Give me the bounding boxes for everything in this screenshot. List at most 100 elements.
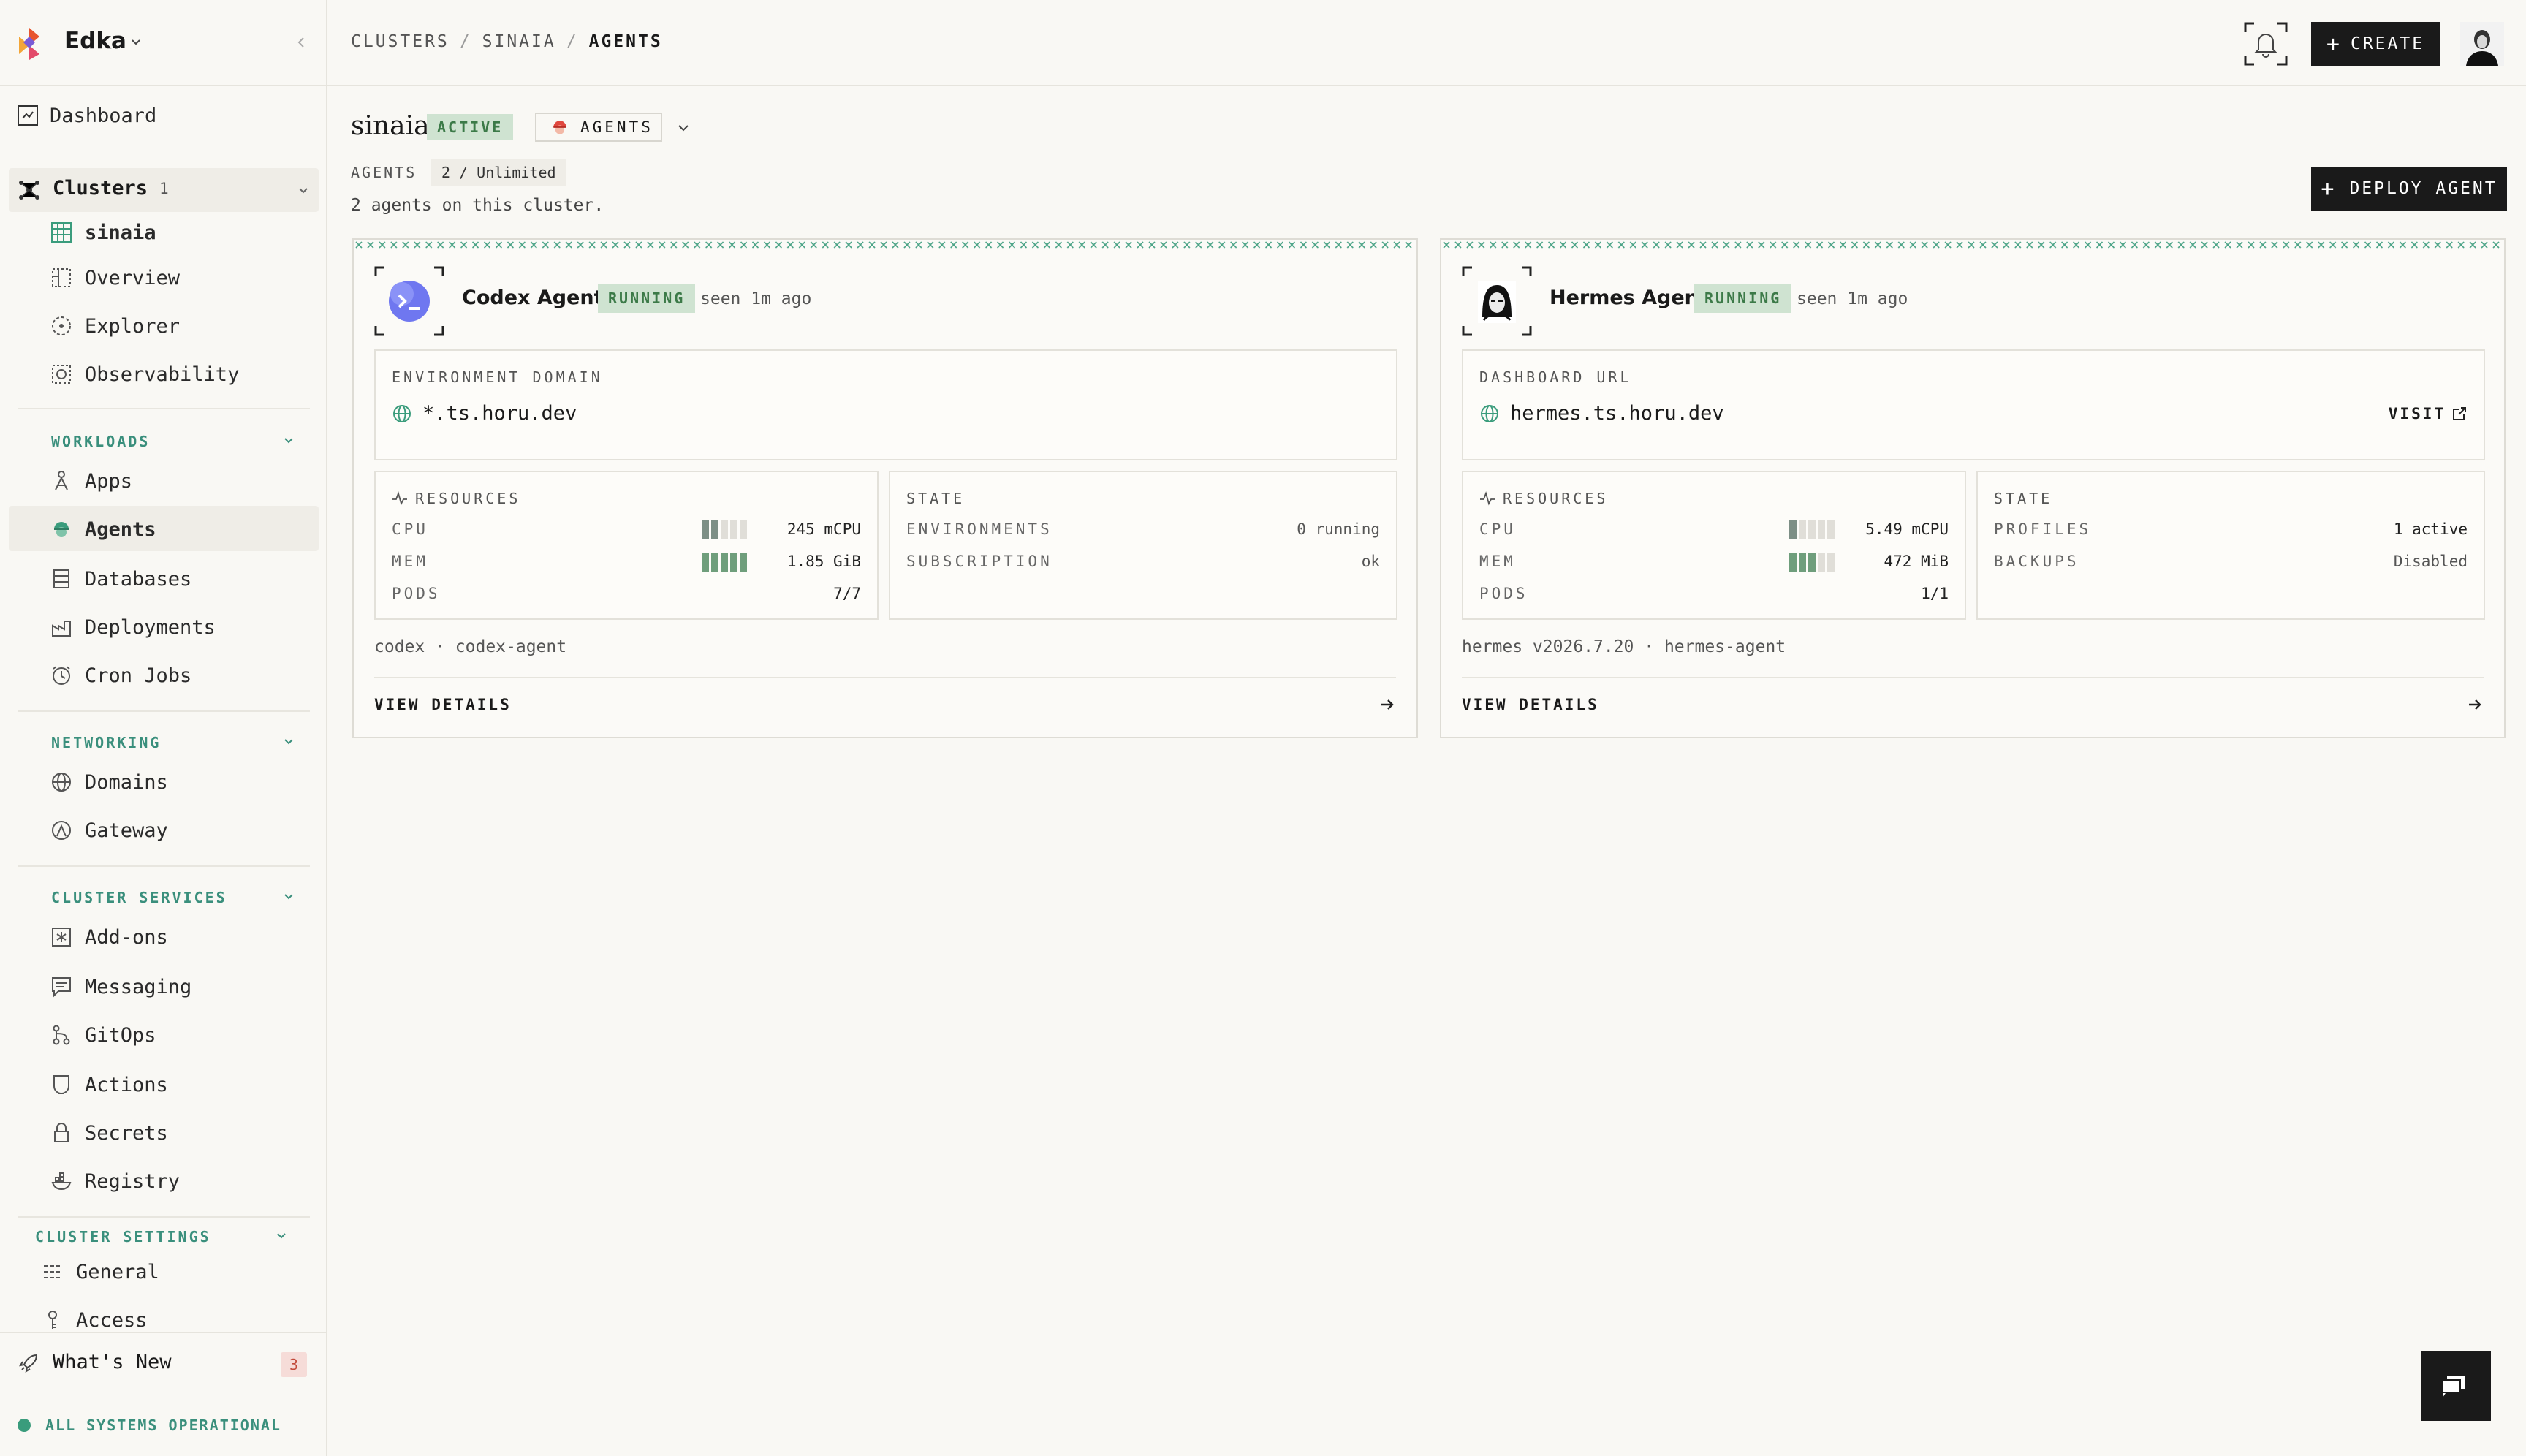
dashboard-icon — [18, 105, 38, 126]
edka-logo-icon — [19, 28, 39, 60]
divider — [374, 677, 1396, 678]
pods-value: 1/1 — [1921, 585, 1949, 602]
registry-icon — [51, 1172, 72, 1191]
usage-bar-segment — [711, 520, 718, 539]
sidebar-item-clusters[interactable]: Clusters 1 — [9, 168, 319, 212]
section-toggle-cluster-services[interactable]: CLUSTER SERVICES — [51, 889, 293, 906]
agent-card-codex: Codex Agent RUNNING seen 1m ago ENVIRONM… — [352, 238, 1418, 738]
usage-bar-segment — [702, 553, 709, 572]
breadcrumb-clusters[interactable]: CLUSTERS — [351, 32, 450, 51]
divider — [18, 865, 310, 867]
user-avatar[interactable] — [2460, 22, 2504, 66]
explorer-icon — [52, 316, 71, 335]
chevron-down-icon — [299, 188, 308, 194]
usage-bar-segment — [1827, 553, 1835, 572]
usage-bar-segment — [1799, 520, 1806, 539]
notifications-bell-icon[interactable] — [2244, 22, 2288, 66]
view-details-link[interactable]: VIEW DETAILS — [374, 696, 512, 713]
cpu-value: 245 mCPU — [786, 520, 861, 538]
external-link-icon — [2453, 407, 2466, 420]
arrow-right-icon[interactable] — [2466, 696, 2484, 713]
workspace-switcher[interactable]: Edka — [0, 0, 326, 86]
activity-icon — [392, 491, 407, 506]
deploy-agent-button[interactable]: + DEPLOY AGENT — [2311, 167, 2507, 211]
agent-tags: codex · codex-agent — [374, 637, 567, 656]
agents-quota: 2 / Unlimited — [431, 159, 566, 186]
pods-value: 7/7 — [833, 585, 861, 602]
sidebar-item-overview[interactable]: Overview — [50, 266, 180, 289]
usage-bar-segment — [702, 520, 709, 539]
cluster-status-badge: ACTIVE — [427, 114, 514, 140]
sidebar-item-actions[interactable]: Actions — [50, 1073, 168, 1096]
state-box: STATE PROFILES 1 active BACKUPS Disabled — [1976, 471, 2485, 620]
sidebar-item-databases[interactable]: Databases — [50, 567, 191, 591]
sidebar-item-current-cluster[interactable]: sinaia — [50, 221, 156, 244]
sidebar-item-domains[interactable]: Domains — [50, 770, 168, 794]
sidebar-item-registry[interactable]: Registry — [50, 1169, 180, 1193]
mem-row: MEM 472 MiB — [1479, 553, 1949, 572]
activity-icon — [1480, 491, 1495, 506]
agent-name[interactable]: Codex Agent — [462, 287, 603, 309]
agents-description: 2 agents on this cluster. — [351, 196, 604, 215]
last-seen: seen 1m ago — [700, 289, 812, 308]
sidebar-item-gitops[interactable]: GitOps — [50, 1023, 156, 1047]
sidebar-item-apps[interactable]: Apps — [50, 469, 132, 493]
sidebar-item-add-ons[interactable]: Add-ons — [50, 925, 168, 949]
agent-name[interactable]: Hermes Agent — [1550, 287, 1708, 309]
sidebar-item-gateway[interactable]: Gateway — [50, 819, 168, 842]
agents-meta-label: AGENTS — [351, 164, 417, 181]
mem-usage-bars — [1789, 553, 1835, 572]
breadcrumb: CLUSTERS / SINAIA / AGENTS — [351, 32, 663, 51]
sidebar-item-deployments[interactable]: Deployments — [50, 615, 216, 639]
usage-bar-segment — [721, 520, 728, 539]
breadcrumb-sinaia[interactable]: SINAIA — [482, 32, 556, 51]
breadcrumb-agents: AGENTS — [588, 32, 663, 51]
sidebar-item-cron-jobs[interactable]: Cron Jobs — [50, 664, 191, 687]
usage-bar-segment — [1789, 553, 1797, 572]
usage-bar-segment — [730, 553, 737, 572]
whats-new-link[interactable]: What's New 3 — [0, 1332, 326, 1395]
sidebar-item-access[interactable]: Access — [41, 1308, 148, 1332]
usage-bar-segment — [1808, 520, 1816, 539]
create-button[interactable]: + CREATE — [2311, 22, 2440, 66]
git-branch-icon — [53, 1025, 70, 1045]
last-seen: seen 1m ago — [1797, 289, 1908, 308]
gateway-icon — [52, 821, 71, 840]
status-badge: RUNNING — [1694, 284, 1792, 313]
section-toggle-networking[interactable]: NETWORKING — [51, 734, 293, 751]
visit-link[interactable]: VISIT — [2389, 405, 2468, 422]
state-box: STATE ENVIRONMENTS 0 running SUBSCRIPTIO… — [889, 471, 1397, 620]
usage-bar-segment — [721, 553, 728, 572]
arrow-right-icon[interactable] — [1378, 696, 1396, 713]
globe-icon — [52, 773, 71, 792]
section-select[interactable]: AGENTS — [535, 113, 662, 142]
environment-domain-box: ENVIRONMENT DOMAIN *.ts.horu.dev — [374, 349, 1397, 460]
state-row: ENVIRONMENTS 0 running — [906, 520, 1380, 538]
sidebar-item-messaging[interactable]: Messaging — [50, 975, 191, 998]
sidebar: Edka Dashboard Clusters 1 sinaia Overvie… — [0, 0, 327, 1456]
section-toggle-cluster-settings[interactable]: CLUSTER SETTINGS — [35, 1228, 286, 1245]
deployments-icon — [52, 621, 71, 637]
view-details-link[interactable]: VIEW DETAILS — [1462, 696, 1599, 713]
resources-box: RESOURCES CPU 245 mCPU MEM 1.85 GiB PODS… — [374, 471, 879, 620]
divider — [18, 408, 310, 409]
sidebar-item-observability[interactable]: Observability — [50, 363, 239, 386]
sidebar-item-general[interactable]: General — [41, 1260, 159, 1284]
sidebar-item-agents[interactable]: Agents — [50, 517, 156, 541]
cpu-usage-bars — [1789, 520, 1835, 539]
card-stripe — [1441, 240, 2504, 250]
support-chat-button[interactable] — [2421, 1351, 2491, 1421]
collapse-sidebar-icon[interactable] — [294, 35, 308, 50]
system-status[interactable]: ALL SYSTEMS OPERATIONAL — [18, 1417, 281, 1434]
usage-bar-segment — [1818, 553, 1825, 572]
sidebar-item-dashboard[interactable]: Dashboard — [16, 104, 156, 127]
usage-bar-segment — [1818, 520, 1825, 539]
chevron-down-icon — [284, 438, 293, 444]
sidebar-item-explorer[interactable]: Explorer — [50, 314, 180, 338]
environment-domain-value: *.ts.horu.dev — [422, 402, 577, 425]
chevron-down-icon[interactable] — [675, 120, 691, 136]
dashboard-url-value[interactable]: hermes.ts.horu.dev — [1510, 402, 1724, 425]
sidebar-item-secrets[interactable]: Secrets — [50, 1121, 168, 1145]
mem-value: 1.85 GiB — [786, 553, 861, 570]
section-toggle-workloads[interactable]: WORKLOADS — [51, 433, 293, 450]
